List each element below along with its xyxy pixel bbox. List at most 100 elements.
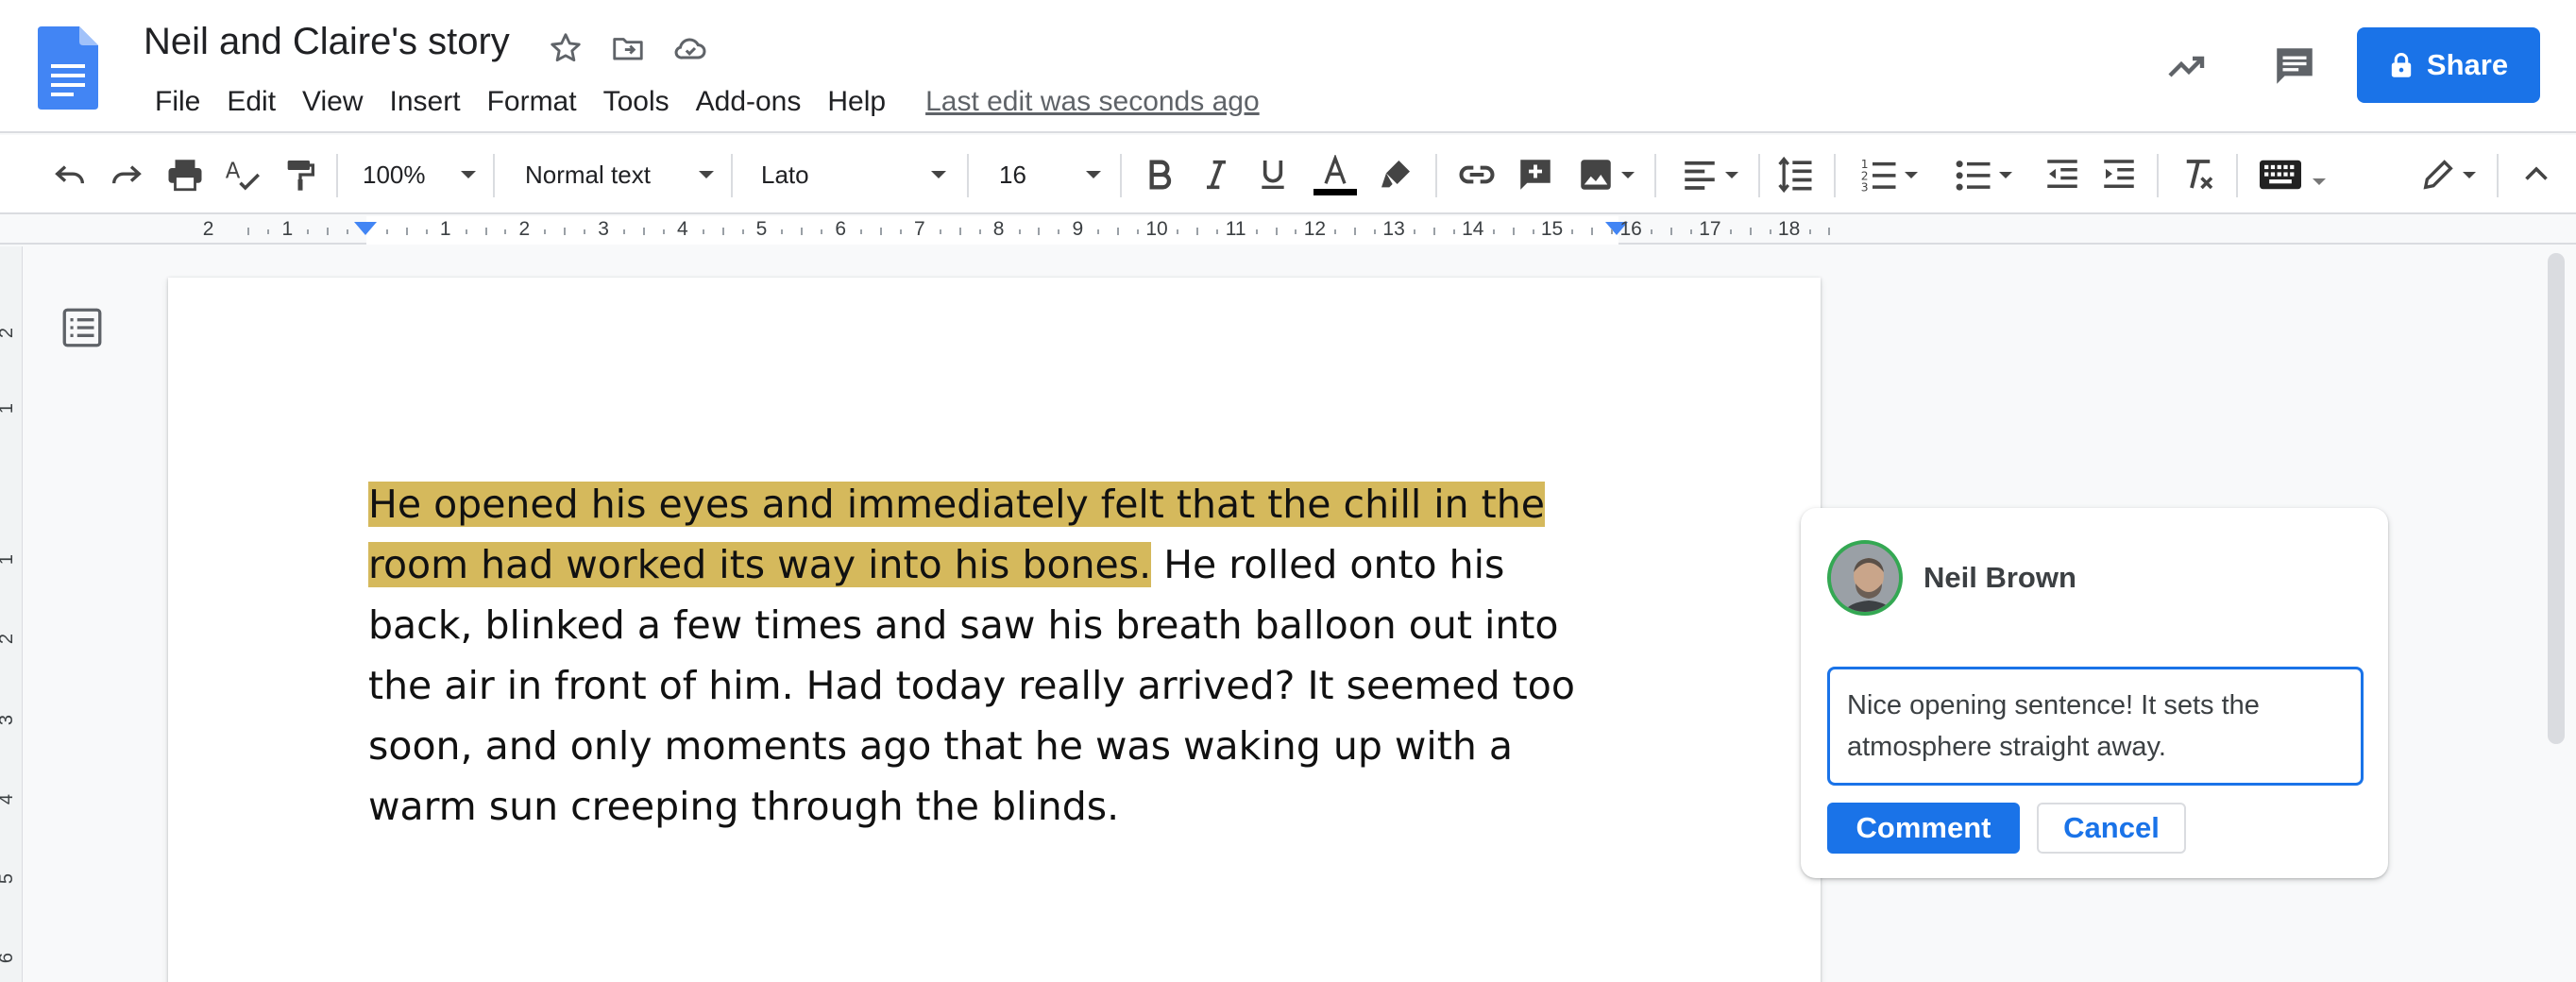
hide-menus-chevron-up-icon[interactable]	[2512, 150, 2561, 199]
menu-edit[interactable]: Edit	[213, 81, 289, 123]
ruler-tick	[584, 229, 586, 234]
line-spacing-icon[interactable]	[1770, 150, 1822, 199]
document-outline-icon[interactable]	[59, 304, 106, 351]
ruler-tick	[978, 229, 981, 234]
vertical-ruler-number: 2	[0, 634, 18, 644]
bulleted-list-icon[interactable]	[1943, 150, 2023, 199]
ruler-tick	[1512, 228, 1515, 235]
menu-format[interactable]: Format	[474, 81, 590, 123]
insert-image-icon[interactable]	[1568, 150, 1643, 199]
align-icon[interactable]	[1671, 150, 1747, 199]
paint-format-icon[interactable]	[276, 150, 325, 199]
increase-indent-icon[interactable]	[2094, 150, 2144, 199]
ruler-tick	[880, 228, 883, 235]
underline-icon[interactable]	[1248, 150, 1297, 199]
ruler-number: 6	[835, 218, 847, 240]
toolbar-divider	[2497, 154, 2499, 197]
bold-icon[interactable]	[1135, 150, 1184, 199]
formatting-toolbar: A 100% Normal text Lato 16 1 2 3	[0, 135, 2576, 214]
editing-mode-icon[interactable]	[2408, 150, 2487, 199]
menu-file[interactable]: File	[142, 81, 213, 123]
ruler-tick	[662, 229, 665, 234]
docs-logo-icon[interactable]	[38, 26, 98, 110]
star-icon[interactable]	[544, 26, 587, 70]
ruler-tick	[1255, 229, 1258, 234]
left-indent-marker[interactable]	[354, 222, 377, 235]
input-tools-icon[interactable]	[2255, 150, 2330, 199]
ruler-tick	[425, 229, 428, 234]
menu-add-ons[interactable]: Add-ons	[683, 81, 815, 123]
document-paragraph[interactable]: He opened his eyes and immediately felt …	[368, 474, 1605, 837]
font-value: Lato	[761, 160, 809, 189]
toolbar-divider	[731, 154, 733, 197]
menu-help[interactable]: Help	[814, 81, 899, 123]
print-icon[interactable]	[159, 150, 212, 199]
ruler-tick	[1611, 229, 1614, 234]
ruler-tick	[564, 228, 567, 235]
ruler-tick	[484, 228, 487, 235]
cancel-button[interactable]: Cancel	[2037, 803, 2186, 854]
numbered-list-icon[interactable]: 123	[1849, 150, 1928, 199]
ruler-number: 10	[1145, 218, 1168, 240]
redo-icon[interactable]	[102, 150, 151, 199]
ruler-tick	[801, 228, 804, 235]
ruler-tick	[1275, 228, 1278, 235]
add-comment-icon[interactable]	[1511, 150, 1560, 199]
comment-submit-button[interactable]: Comment	[1827, 803, 2020, 854]
ruler-number: 3	[598, 218, 609, 240]
ruler-number: 2	[202, 218, 214, 240]
vertical-ruler-number: 3	[0, 715, 18, 725]
activity-trend-icon[interactable]	[2159, 38, 2215, 94]
document-title[interactable]: Neil and Claire's story	[144, 21, 510, 63]
undo-icon[interactable]	[45, 150, 94, 199]
ruler-tick	[1295, 229, 1297, 234]
comment-input[interactable]: Nice opening sentence! It sets the atmos…	[1827, 667, 2364, 786]
ruler-number: 1	[439, 218, 451, 240]
ruler-tick	[781, 229, 784, 234]
vertical-scrollbar[interactable]	[2548, 253, 2565, 744]
ruler-tick	[1532, 229, 1534, 234]
document-page[interactable]: He opened his eyes and immediately felt …	[168, 278, 1821, 982]
avatar	[1827, 540, 1903, 616]
ruler-tick	[721, 228, 724, 235]
insert-link-icon[interactable]	[1450, 150, 1503, 199]
share-label: Share	[2426, 48, 2509, 81]
cloud-saved-icon[interactable]	[669, 26, 712, 70]
toolbar-divider	[1758, 154, 1760, 197]
ruler-tick	[405, 228, 408, 235]
menu-view[interactable]: View	[289, 81, 376, 123]
ruler-tick	[465, 229, 467, 234]
decrease-indent-icon[interactable]	[2038, 150, 2087, 199]
font-select[interactable]: Lato	[761, 150, 946, 199]
font-size-select[interactable]: 16	[999, 150, 1101, 199]
ruler-tick	[1334, 229, 1337, 234]
ruler-tick	[267, 229, 270, 234]
italic-icon[interactable]	[1192, 150, 1241, 199]
ruler-number: 7	[914, 218, 925, 240]
share-button[interactable]: Share	[2357, 27, 2540, 103]
horizontal-ruler[interactable]: 2 1 1 2 3 4 5 6 7 8 9 10 11 12 13 14 15 16 17 18	[0, 216, 2576, 245]
vertical-ruler[interactable]: 2 1 1 2 3 4 5 6	[0, 246, 23, 982]
toolbar-divider	[1435, 154, 1437, 197]
comment-history-icon[interactable]	[2266, 38, 2323, 94]
ruler-number: 12	[1303, 218, 1327, 240]
ruler-number: 2	[518, 218, 531, 240]
text-color-icon[interactable]	[1311, 150, 1360, 199]
last-edit-link[interactable]: Last edit was seconds ago	[925, 86, 1260, 118]
menu-insert[interactable]: Insert	[377, 81, 474, 123]
ruler-tick	[1374, 229, 1377, 234]
ruler-tick	[1058, 229, 1060, 234]
ruler-tick	[1137, 229, 1140, 234]
ruler-tick	[307, 229, 310, 234]
move-folder-icon[interactable]	[606, 26, 650, 70]
highlight-color-icon[interactable]	[1371, 150, 1420, 199]
paragraph-style-select[interactable]: Normal text	[525, 150, 714, 199]
zoom-select[interactable]: 100%	[363, 150, 476, 199]
toolbar-divider	[2236, 154, 2238, 197]
clear-formatting-icon[interactable]	[2172, 150, 2225, 199]
ruler-number: 4	[676, 218, 688, 240]
toolbar-divider	[1834, 154, 1836, 197]
spellcheck-icon[interactable]: A	[219, 150, 268, 199]
vertical-ruler-number: 6	[0, 953, 18, 963]
menu-tools[interactable]: Tools	[590, 81, 683, 123]
